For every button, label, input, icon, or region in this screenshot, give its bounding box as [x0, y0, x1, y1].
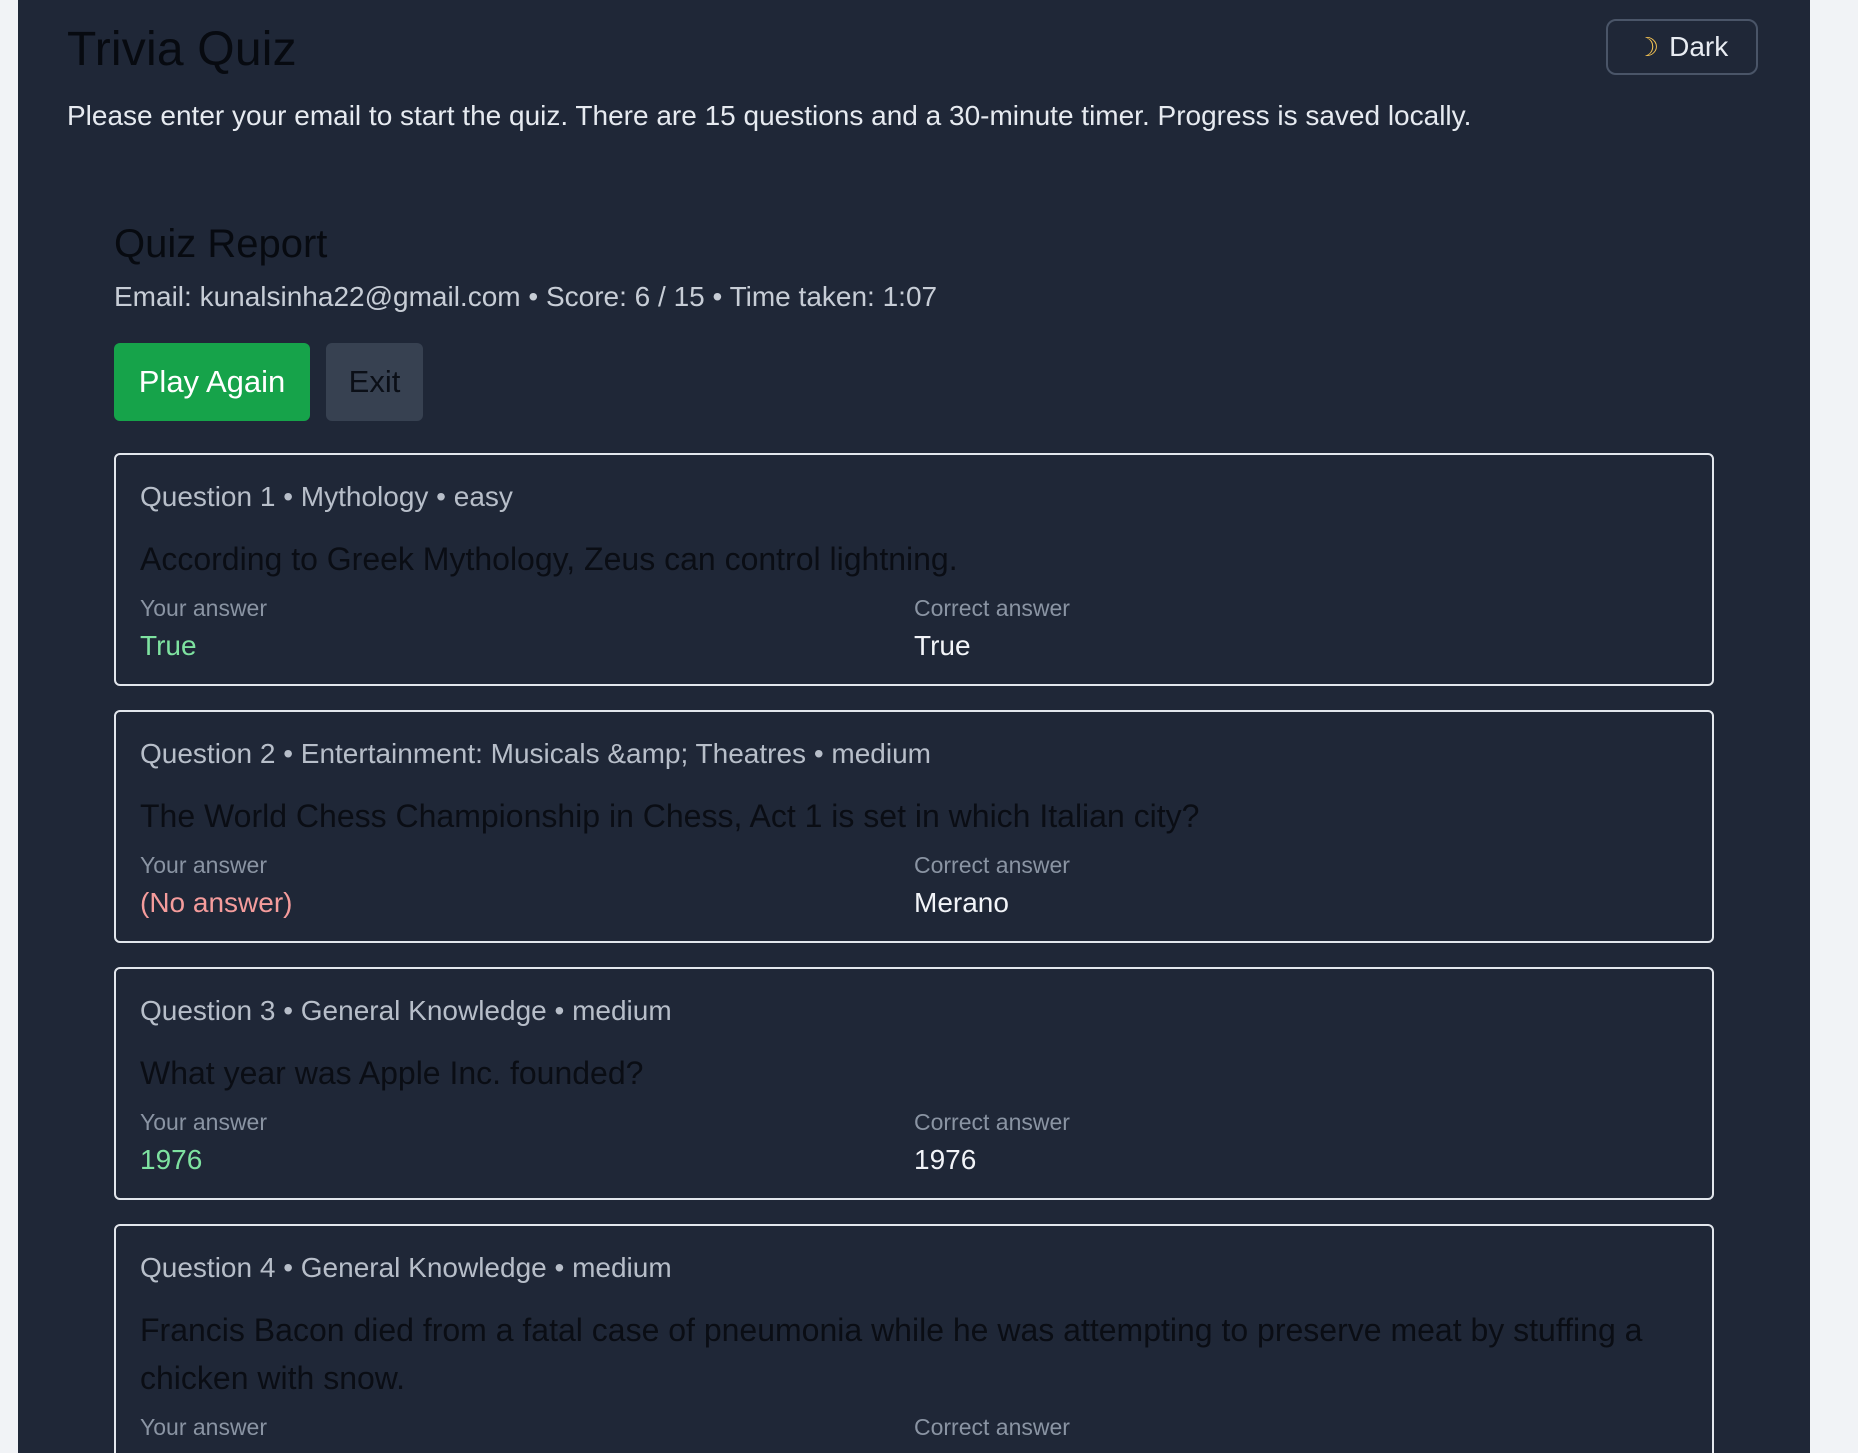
your-answer-value: True	[140, 630, 197, 661]
your-answer-value: 1976	[140, 1144, 203, 1175]
question-meta: Question 4 • General Knowledge • medium	[140, 1252, 672, 1283]
correct-answer-value: True	[914, 630, 971, 661]
your-answer-column: Your answer 1976	[140, 1109, 914, 1176]
theme-toggle-button[interactable]: ☽ Dark	[1606, 19, 1758, 75]
answer-row: Your answer Correct answer	[140, 1414, 1688, 1449]
app-container: Trivia Quiz ☽ Dark Please enter your ema…	[18, 0, 1810, 1453]
your-answer-label: Your answer	[140, 1109, 268, 1135]
page-title: Trivia Quiz	[67, 23, 297, 76]
question-text: What year was Apple Inc. founded?	[140, 1055, 644, 1091]
question-card: Question 4 • General Knowledge • medium …	[114, 1224, 1714, 1453]
your-answer-column: Your answer	[140, 1414, 914, 1449]
question-list: Question 1 • Mythology • easy According …	[114, 453, 1714, 1453]
correct-answer-value: Merano	[914, 887, 1009, 918]
your-answer-label: Your answer	[140, 1414, 268, 1440]
question-text: Francis Bacon died from a fatal case of …	[140, 1312, 1643, 1396]
question-meta: Question 3 • General Knowledge • medium	[140, 995, 672, 1026]
question-card: Question 3 • General Knowledge • medium …	[114, 967, 1714, 1200]
intro-text: Please enter your email to start the qui…	[67, 100, 1472, 131]
answer-row: Your answer (No answer) Correct answer M…	[140, 852, 1688, 919]
question-text: According to Greek Mythology, Zeus can c…	[140, 541, 958, 577]
question-meta: Question 1 • Mythology • easy	[140, 481, 513, 512]
exit-button[interactable]: Exit	[326, 343, 423, 421]
quiz-report: Quiz Report Email: kunalsinha22@gmail.co…	[114, 222, 1714, 1453]
your-answer-column: Your answer True	[140, 595, 914, 662]
answer-row: Your answer True Correct answer True	[140, 595, 1688, 662]
moon-icon: ☽	[1635, 32, 1660, 62]
correct-answer-label: Correct answer	[914, 1414, 1070, 1440]
correct-answer-label: Correct answer	[914, 595, 1070, 621]
report-actions: Play Again Exit	[114, 343, 1714, 421]
correct-answer-label: Correct answer	[914, 1109, 1070, 1135]
report-summary: Email: kunalsinha22@gmail.com • Score: 6…	[114, 281, 938, 312]
correct-answer-column: Correct answer 1976	[914, 1109, 1688, 1176]
correct-answer-value: 1976	[914, 1144, 977, 1175]
question-text: The World Chess Championship in Chess, A…	[140, 798, 1200, 834]
theme-toggle-label: Dark	[1669, 31, 1729, 62]
question-card: Question 2 • Entertainment: Musicals &am…	[114, 710, 1714, 943]
question-meta: Question 2 • Entertainment: Musicals &am…	[140, 738, 931, 769]
correct-answer-column: Correct answer True	[914, 595, 1688, 662]
correct-answer-column: Correct answer Merano	[914, 852, 1688, 919]
your-answer-column: Your answer (No answer)	[140, 852, 914, 919]
question-card: Question 1 • Mythology • easy According …	[114, 453, 1714, 686]
report-title: Quiz Report	[114, 222, 328, 266]
correct-answer-column: Correct answer	[914, 1414, 1688, 1449]
your-answer-label: Your answer	[140, 595, 268, 621]
your-answer-value: (No answer)	[140, 887, 293, 918]
correct-answer-label: Correct answer	[914, 852, 1070, 878]
play-again-button[interactable]: Play Again	[114, 343, 310, 421]
answer-row: Your answer 1976 Correct answer 1976	[140, 1109, 1688, 1176]
your-answer-label: Your answer	[140, 852, 268, 878]
